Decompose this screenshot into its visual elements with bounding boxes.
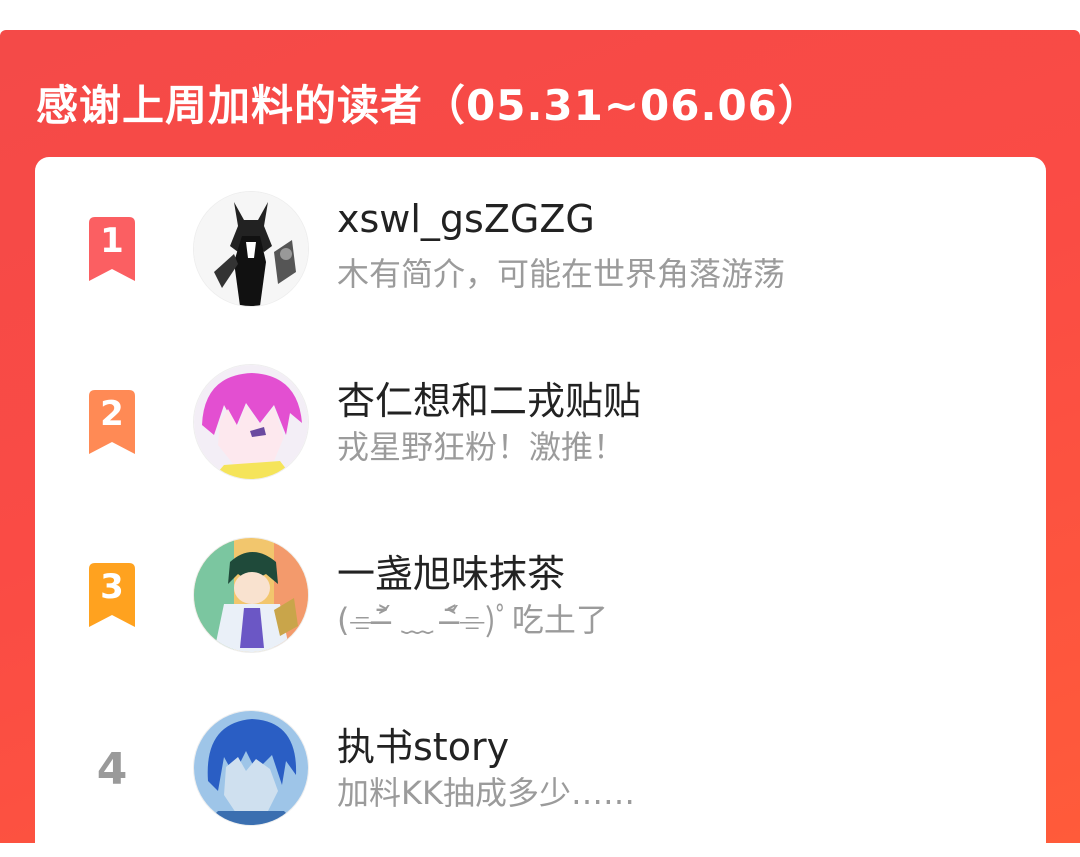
list-item[interactable]: 2 杏仁想和二戎贴贴 戎星野狂粉！激推！ — [35, 364, 1046, 494]
list-item[interactable]: 3 一盏旭味抹茶 (⌯˃̶᷄ ﹏ ˂̶᷄⌯)ﾟ吃土了 — [35, 537, 1046, 667]
rank-ribbon-badge: 3 — [83, 563, 141, 627]
avatar[interactable] — [193, 537, 309, 653]
rank-number: 3 — [100, 567, 124, 607]
reader-name[interactable]: 杏仁想和二戎贴贴 — [337, 370, 641, 425]
page-title: 感谢上周加料的读者（05.31~06.06） — [36, 81, 821, 130]
avatar[interactable] — [193, 710, 309, 826]
reader-name[interactable]: 一盏旭味抹茶 — [337, 543, 565, 598]
rank-ribbon-badge: 2 — [83, 390, 141, 454]
avatar[interactable] — [193, 191, 309, 307]
avatar[interactable] — [193, 364, 309, 480]
reader-name[interactable]: xswl_gsZGZG — [337, 197, 595, 241]
rank-number: 4 — [96, 744, 128, 795]
readers-card: 1 xswl_gsZGZG 木有简介，可能在世界角落游荡 2 杏仁想和二戎贴贴 … — [35, 157, 1046, 857]
rank-number: 1 — [100, 221, 124, 261]
reader-bio: (⌯˃̶᷄ ﹏ ˂̶᷄⌯)ﾟ吃土了 — [337, 601, 608, 639]
reader-bio: 戎星野狂粉！激推！ — [337, 428, 626, 466]
reader-name[interactable]: 执书story — [337, 716, 509, 771]
rank-number: 2 — [100, 394, 124, 434]
reader-bio: 木有简介，可能在世界角落游荡 — [337, 255, 786, 293]
rank-ribbon-badge: 1 — [83, 217, 141, 281]
reader-bio: 加料KK抽成多少…… — [337, 774, 635, 812]
list-item[interactable]: 4 执书story 加料KK抽成多少…… — [35, 710, 1046, 840]
list-item[interactable]: 1 xswl_gsZGZG 木有简介，可能在世界角落游荡 — [35, 191, 1046, 321]
